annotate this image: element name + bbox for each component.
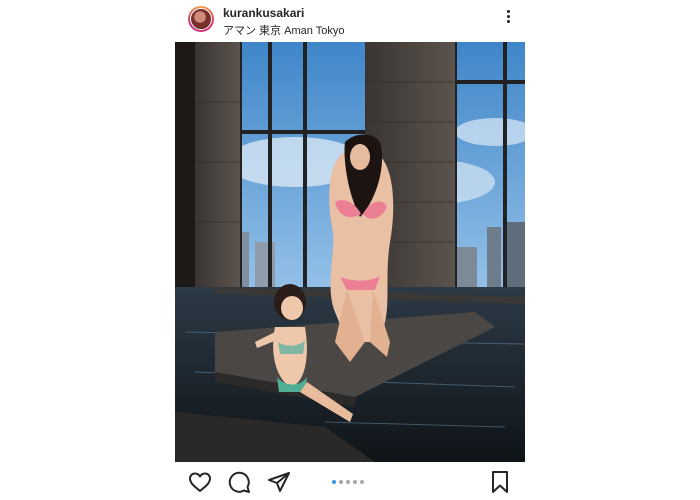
send-icon[interactable] (267, 470, 291, 494)
comment-icon[interactable] (227, 470, 251, 494)
carousel-dot (339, 480, 343, 484)
carousel-dot (353, 480, 357, 484)
avatar[interactable] (188, 6, 214, 32)
avatar-image (190, 8, 212, 30)
bookmark-icon[interactable] (488, 470, 512, 494)
heart-icon[interactable] (188, 470, 212, 494)
location[interactable]: アマン 東京 Aman Tokyo (223, 22, 344, 38)
post-header: kurankusakari アマン 東京 Aman Tokyo (175, 0, 525, 42)
post-photo[interactable] (175, 42, 525, 462)
carousel-dot-active (332, 480, 336, 484)
action-bar (175, 462, 525, 500)
carousel-dot (346, 480, 350, 484)
username[interactable]: kurankusakari (223, 6, 304, 20)
carousel-dot (360, 480, 364, 484)
more-icon[interactable] (505, 10, 511, 26)
carousel-indicator (332, 480, 364, 484)
